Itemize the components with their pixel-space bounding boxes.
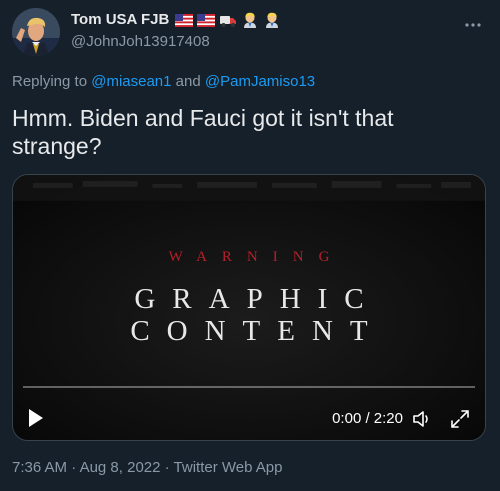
avatar[interactable] xyxy=(12,8,60,56)
video-time: 0:00 / 2:20 xyxy=(332,410,403,427)
tweet-metadata: 7:36 AM · Aug 8, 2022 · Twitter Web App xyxy=(12,458,282,478)
volume-button[interactable] xyxy=(411,408,433,430)
more-dots-icon xyxy=(465,23,481,27)
tweet-date[interactable]: Aug 8, 2022 xyxy=(80,459,161,476)
video-overlay-line2: CONTENT xyxy=(130,315,385,347)
person-blond-icon xyxy=(244,12,257,28)
mention-link[interactable]: @PamJamiso13 xyxy=(205,73,315,90)
tweet-text: Hmm. Biden and Fauci got it isn't that s… xyxy=(12,105,394,159)
meta-separator: · xyxy=(160,459,174,476)
video-progress-bar[interactable] xyxy=(23,386,475,388)
author-handle[interactable]: @JohnJoh13917408 xyxy=(71,32,281,52)
fullscreen-icon xyxy=(451,410,469,428)
tweet-source: Twitter Web App xyxy=(173,459,283,476)
author-display-name[interactable]: Tom USA FJB xyxy=(71,10,169,30)
us-flag-icon xyxy=(175,13,194,27)
author-names: Tom USA FJB @JohnJoh13917408 xyxy=(71,10,281,52)
tweet-time[interactable]: 7:36 AM xyxy=(12,459,67,476)
play-icon xyxy=(29,409,43,427)
play-button[interactable] xyxy=(27,408,45,428)
video-overlay-warning: WARNING xyxy=(168,249,345,265)
more-options-button[interactable] xyxy=(462,14,484,36)
avatar-image xyxy=(12,8,60,56)
person-blond-icon xyxy=(266,12,279,28)
volume-icon xyxy=(413,411,428,427)
video-overlay-line1: GRAPHIC xyxy=(134,283,381,315)
fullscreen-button[interactable] xyxy=(449,408,471,430)
truck-icon xyxy=(220,16,237,27)
meta-separator: · xyxy=(67,459,80,476)
tweet-header: Tom USA FJB @JohnJoh13917408 xyxy=(12,8,488,56)
video-player[interactable]: WARNING GRAPHIC CONTENT 0:00 / 2:20 xyxy=(12,174,486,441)
replying-to-label: Replying to xyxy=(12,73,92,90)
name-emojis xyxy=(175,11,281,29)
replying-to: Replying to @miasean1 and @PamJamiso13 xyxy=(12,72,315,92)
mention-link[interactable]: @miasean1 xyxy=(91,73,171,90)
replying-to-conjunction: and xyxy=(171,73,205,90)
us-flag-icon xyxy=(197,13,216,27)
